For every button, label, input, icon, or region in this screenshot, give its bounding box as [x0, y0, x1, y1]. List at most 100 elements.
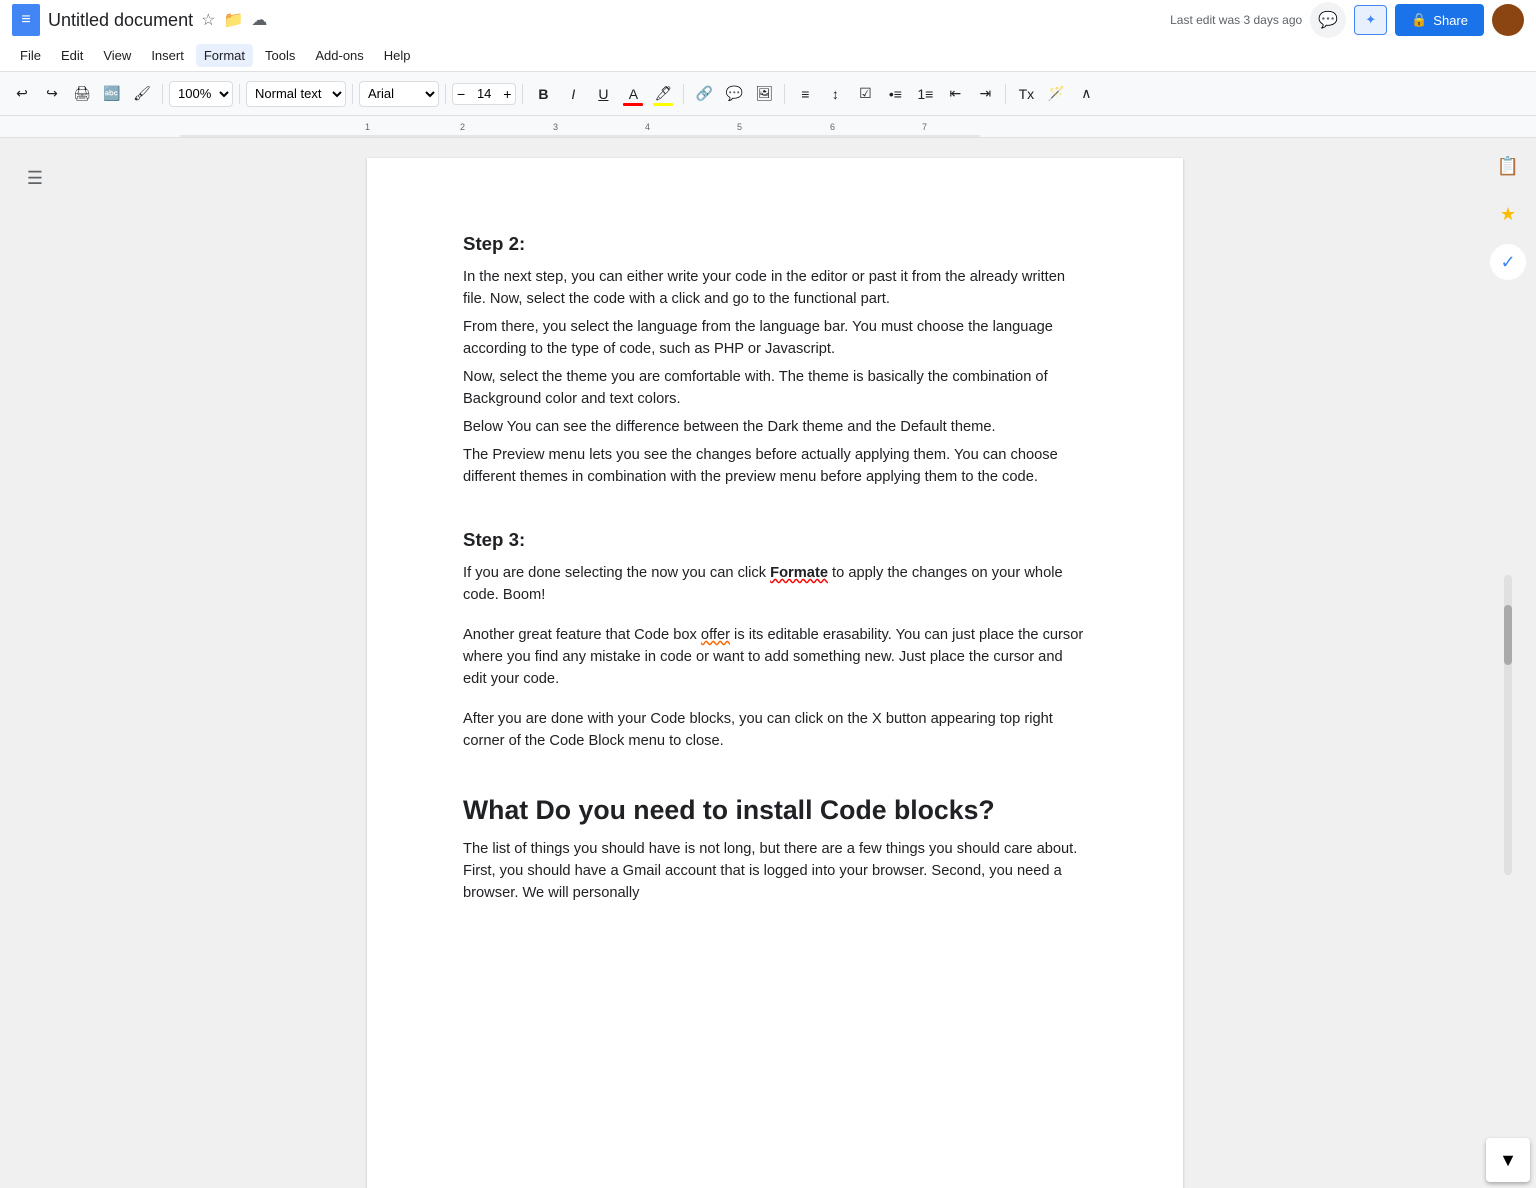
star-icon[interactable]: ☆ — [201, 10, 215, 30]
style-select[interactable]: Normal text — [246, 81, 346, 107]
svg-text:7: 7 — [922, 122, 927, 132]
image-button[interactable]: 🖼 — [750, 80, 778, 108]
divider-4 — [445, 84, 446, 104]
document-area[interactable]: Step 2: In the next step, you can either… — [70, 138, 1480, 1188]
svg-text:4: 4 — [645, 122, 650, 132]
print-button[interactable]: 🖨 — [68, 80, 96, 108]
title-bar: Untitled document ☆ 📁 ☁ Last edit was 3 … — [0, 0, 1536, 40]
menu-tools[interactable]: Tools — [257, 44, 303, 67]
menu-edit[interactable]: Edit — [53, 44, 91, 67]
font-size-control[interactable]: − + — [452, 83, 516, 105]
scroll-thumb[interactable] — [1504, 605, 1512, 665]
text-color-indicator — [623, 103, 643, 106]
divider-8 — [1005, 84, 1006, 104]
font-select[interactable]: Arial — [359, 81, 439, 107]
bullet-list-button[interactable]: •≡ — [881, 80, 909, 108]
undo-button[interactable]: ↩ — [8, 80, 36, 108]
font-size-decrease[interactable]: − — [453, 84, 469, 104]
bold-button[interactable]: B — [529, 80, 557, 108]
menu-view[interactable]: View — [95, 44, 139, 67]
spell-check-button[interactable]: 🔤 — [98, 80, 126, 108]
google-docs-icon — [12, 4, 40, 36]
menu-help[interactable]: Help — [376, 44, 419, 67]
step3-p1: If you are done selecting the now you ca… — [463, 562, 1087, 606]
keep-icon[interactable]: 📋 — [1490, 148, 1526, 184]
step3-p2-before: Another great feature that Code box — [463, 627, 701, 643]
menu-insert[interactable]: Insert — [143, 44, 192, 67]
divider-5 — [522, 84, 523, 104]
smart-compose-button[interactable]: 🪄 — [1042, 80, 1070, 108]
step3-p1-before: If you are done selecting the now you ca… — [463, 565, 770, 581]
link-button[interactable]: 🔗 — [690, 80, 718, 108]
explore-button[interactable]: ▼ — [1486, 1138, 1530, 1182]
share-label: Share — [1433, 13, 1468, 28]
calendar-icon[interactable]: ✓ — [1490, 244, 1526, 280]
section-gap-2 — [463, 758, 1087, 790]
scrollbar-area — [1504, 292, 1512, 1148]
comments-button[interactable]: 💬 — [1310, 2, 1346, 38]
font-size-increase[interactable]: + — [499, 84, 515, 104]
step3-heading: Step 3: — [463, 526, 1087, 554]
checklist-button[interactable]: ☑ — [851, 80, 879, 108]
indent-more-button[interactable]: ⇥ — [971, 80, 999, 108]
expand-toolbar-button[interactable]: ∧ — [1072, 80, 1100, 108]
outline-icon[interactable]: ☰ — [15, 158, 55, 198]
zoom-select[interactable]: 100% — [169, 81, 233, 107]
clear-format-button[interactable]: Tx — [1012, 80, 1040, 108]
indent-less-button[interactable]: ⇤ — [941, 80, 969, 108]
divider-1 — [162, 84, 163, 104]
menu-add-ons[interactable]: Add-ons — [307, 44, 371, 67]
step3-p2: Another great feature that Code box offe… — [463, 624, 1087, 690]
step2-p4: Below You can see the difference between… — [463, 416, 1087, 438]
menu-file[interactable]: File — [12, 44, 49, 67]
left-sidebar: ☰ — [0, 138, 70, 1188]
italic-button[interactable]: I — [559, 80, 587, 108]
user-avatar[interactable] — [1492, 4, 1524, 36]
underline-button[interactable]: U — [589, 80, 617, 108]
highlight-indicator — [653, 103, 673, 106]
svg-text:6: 6 — [830, 122, 835, 132]
bottom-bar: ▼ — [1480, 1132, 1536, 1188]
document-page: Step 2: In the next step, you can either… — [367, 158, 1183, 1188]
text-color-label: A — [629, 86, 638, 102]
folder-icon[interactable]: 📁 — [223, 10, 243, 30]
svg-text:1: 1 — [365, 122, 370, 132]
last-edit-text: Last edit was 3 days ago — [1170, 13, 1302, 27]
highlight-label: 🖊 — [654, 85, 672, 102]
text-color-button[interactable]: A — [619, 80, 647, 108]
gemini-button[interactable]: ✦ — [1354, 5, 1387, 35]
divider-6 — [683, 84, 684, 104]
tasks-icon[interactable]: ★ — [1490, 196, 1526, 232]
document-title[interactable]: Untitled document — [48, 10, 193, 31]
toolbar: ↩ ↪ 🖨 🔤 🖌 100% Normal text Arial − + B I… — [0, 72, 1536, 116]
small-gap-1 — [463, 612, 1087, 624]
whatdo-heading: What Do you need to install Code blocks? — [463, 790, 1087, 830]
ruler: 1 2 3 4 5 6 7 — [0, 116, 1536, 138]
gemini-icon: ✦ — [1365, 12, 1376, 28]
paint-format-button[interactable]: 🖌 — [128, 80, 156, 108]
menu-format[interactable]: Format — [196, 44, 253, 67]
line-spacing-button[interactable]: ↕ — [821, 80, 849, 108]
small-gap-2 — [463, 696, 1087, 708]
svg-text:3: 3 — [553, 122, 558, 132]
step2-p2: From there, you select the language from… — [463, 316, 1087, 360]
divider-2 — [239, 84, 240, 104]
align-button[interactable]: ≡ — [791, 80, 819, 108]
step2-p3: Now, select the theme you are comfortabl… — [463, 366, 1087, 410]
step2-p5: The Preview menu lets you see the change… — [463, 444, 1087, 488]
divider-3 — [352, 84, 353, 104]
highlight-button[interactable]: 🖊 — [649, 80, 677, 108]
numbered-list-button[interactable]: 1≡ — [911, 80, 939, 108]
formate-link[interactable]: Formate — [770, 565, 828, 581]
font-size-input[interactable] — [469, 86, 499, 101]
step2-p1: In the next step, you can either write y… — [463, 266, 1087, 310]
cloud-icon[interactable]: ☁ — [251, 10, 267, 30]
comment-button[interactable]: 💬 — [720, 80, 748, 108]
redo-button[interactable]: ↪ — [38, 80, 66, 108]
share-icon: 🔒 — [1411, 12, 1427, 28]
step3-p3: After you are done with your Code blocks… — [463, 708, 1087, 752]
offer-link[interactable]: offer — [701, 627, 730, 643]
top-right-actions: 💬 ✦ 🔒 Share — [1310, 2, 1524, 38]
share-button[interactable]: 🔒 Share — [1395, 4, 1484, 36]
scroll-track[interactable] — [1504, 575, 1512, 875]
